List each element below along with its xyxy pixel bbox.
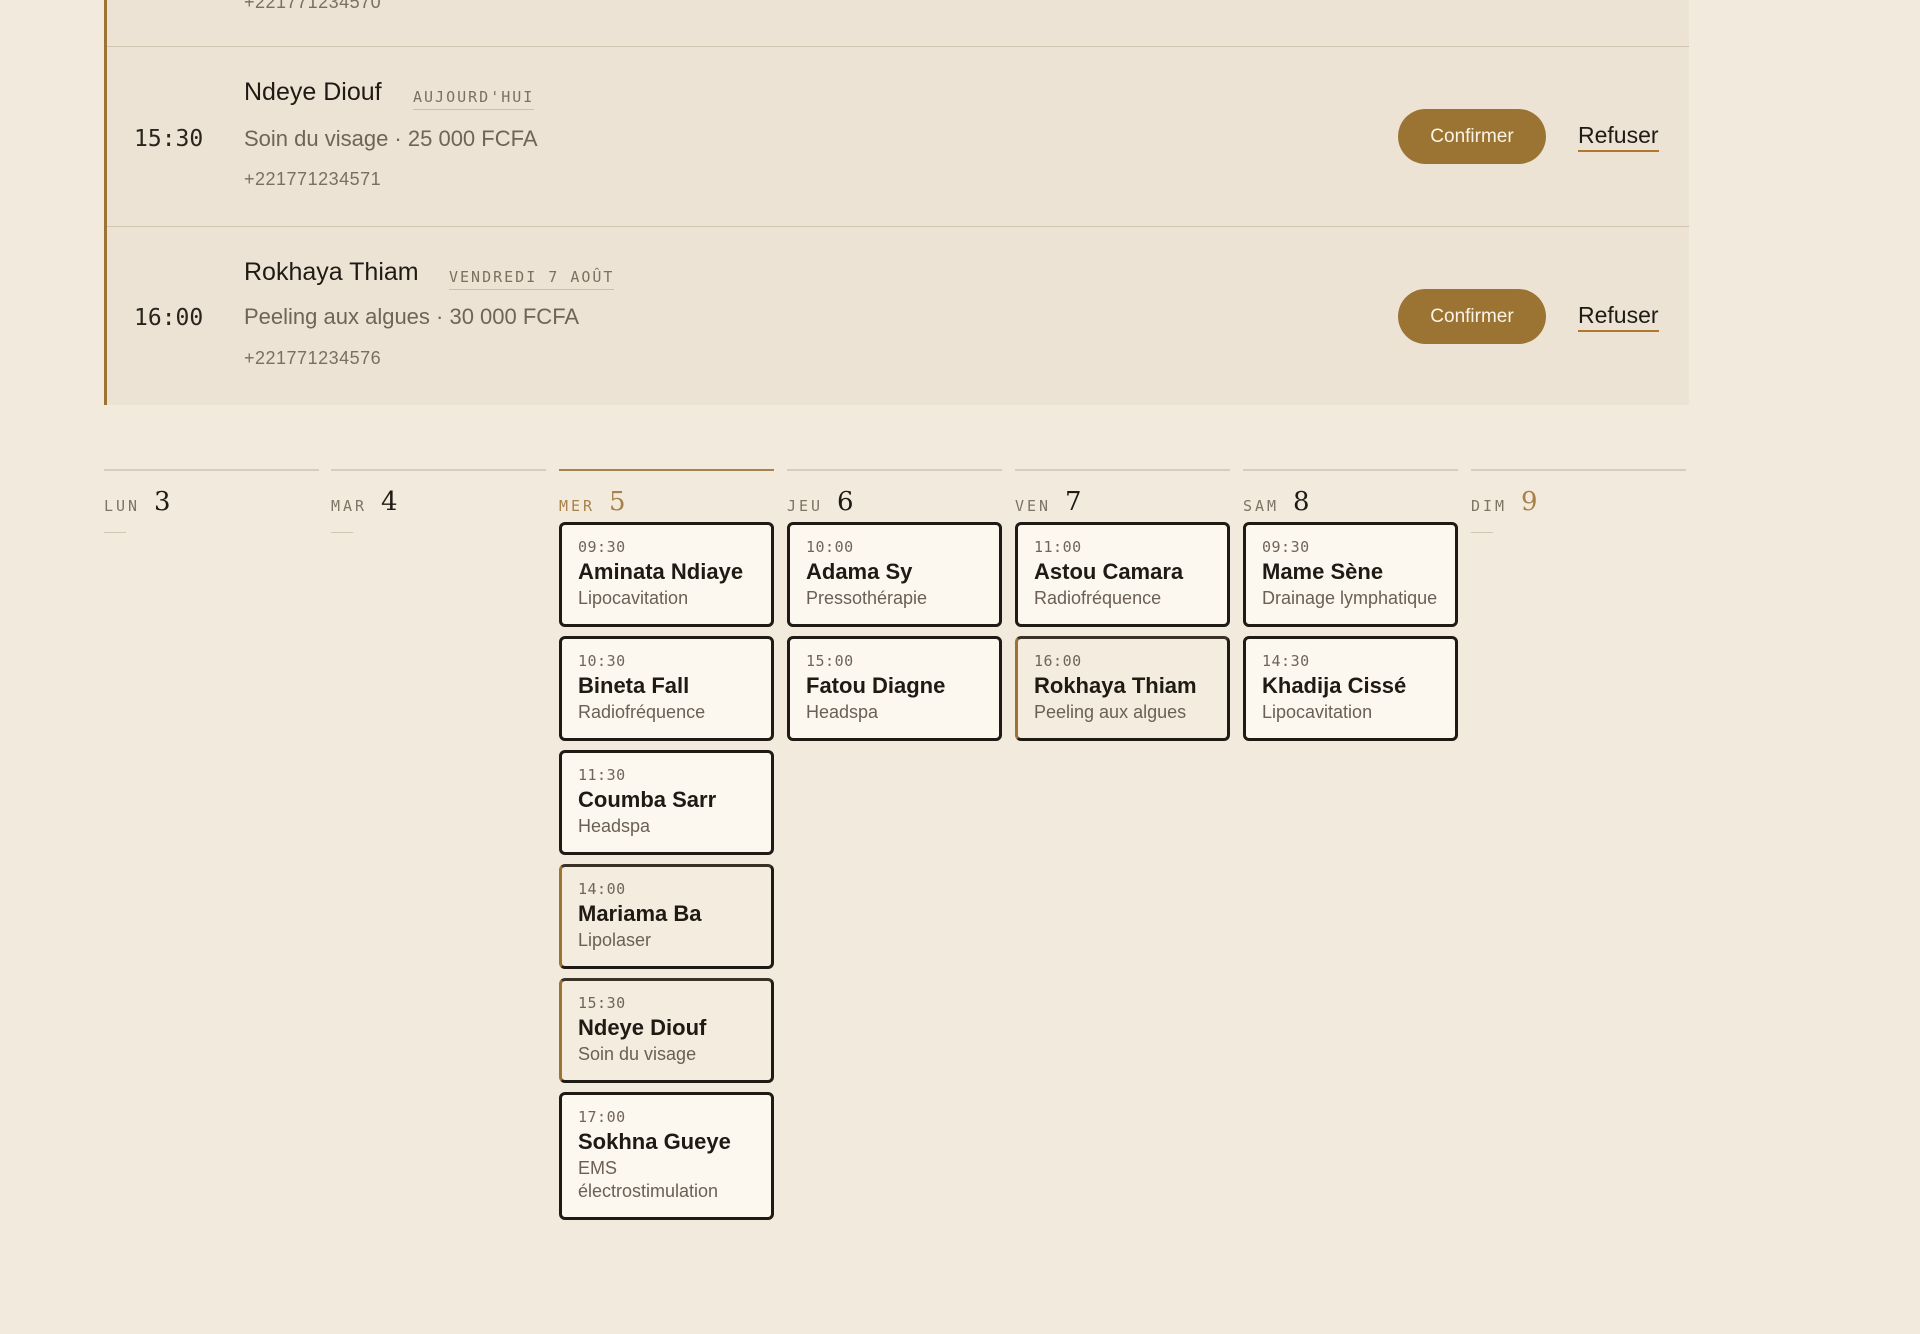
day-column-sat: SAM 8 09:30 Mame Sène Drainage lymphatiq…	[1243, 469, 1458, 750]
appointment-card[interactable]: 17:00 Sokhna Gueye EMS électrostimulatio…	[559, 1092, 774, 1220]
refuse-button[interactable]: Refuser	[1578, 122, 1659, 152]
day-name: DIM	[1471, 497, 1508, 515]
day-header[interactable]: LUN 3	[104, 471, 319, 519]
appointment-service: Lipocavitation	[1262, 702, 1373, 722]
day-name: VEN	[1015, 497, 1052, 515]
appointment-service: EMS électrostimulation	[578, 1158, 719, 1201]
request-time: 15:30	[134, 126, 204, 152]
appointment-client: Sokhna Gueye	[578, 1129, 731, 1154]
appointment-client: Astou Camara	[1034, 559, 1184, 584]
empty-day-marker	[104, 532, 126, 533]
appointment-service: Pressothérapie	[806, 588, 928, 608]
appointment-card[interactable]: 15:00 Fatou Diagne Headspa	[787, 636, 1002, 741]
day-name: MAR	[331, 497, 368, 515]
appointment-client: Mariama Ba	[578, 901, 702, 926]
refuse-button[interactable]: Refuser	[1578, 302, 1659, 332]
pending-requests-list: +221771234570 15:30 Ndeye Diouf AUJOURD'…	[104, 0, 1689, 405]
request-service: Peeling aux algues · 30 000 FCFA	[244, 304, 580, 329]
appointment-card[interactable]: 11:30 Coumba Sarr Headspa	[559, 750, 774, 855]
day-name: LUN	[104, 497, 141, 515]
day-number: 9	[1521, 487, 1538, 517]
day-header[interactable]: DIM 9	[1471, 471, 1686, 519]
request-service: Soin du visage · 25 000 FCFA	[244, 126, 538, 151]
appointment-card-pending[interactable]: 14:00 Mariama Ba Lipolaser	[559, 864, 774, 969]
appointment-service: Radiofréquence	[578, 702, 706, 722]
empty-day-marker	[331, 532, 353, 533]
appointment-time: 10:00	[806, 538, 854, 556]
appointment-client: Mame Sène	[1262, 559, 1384, 584]
request-phone: +221771234576	[244, 348, 382, 368]
day-column-tue: MAR 4	[331, 469, 546, 533]
day-header[interactable]: VEN 7	[1015, 471, 1230, 519]
day-number: 4	[381, 487, 398, 517]
appointment-service: Lipolaser	[578, 930, 652, 950]
appointment-client: Khadija Cissé	[1262, 673, 1407, 698]
confirm-button[interactable]: Confirmer	[1398, 109, 1546, 164]
empty-day-marker	[1471, 532, 1493, 533]
appointment-time: 11:30	[578, 766, 626, 784]
appointment-time: 11:00	[1034, 538, 1082, 556]
request-client-name: Rokhaya Thiam	[244, 258, 419, 286]
day-number: 6	[837, 487, 854, 517]
request-day-badge: AUJOURD'HUI	[413, 88, 535, 110]
appointment-time: 14:30	[1262, 652, 1310, 670]
appointment-client: Fatou Diagne	[806, 673, 946, 698]
appointment-time: 14:00	[578, 880, 626, 898]
day-name: SAM	[1243, 497, 1280, 515]
appointment-card[interactable]: 10:00 Adama Sy Pressothérapie	[787, 522, 1002, 627]
day-number: 5	[609, 487, 626, 517]
day-name: JEU	[787, 497, 824, 515]
day-column-wed: MER 5 09:30 Aminata Ndiaye Lipocavitatio…	[559, 469, 774, 1229]
appointment-service: Headspa	[806, 702, 879, 722]
day-number: 7	[1065, 487, 1082, 517]
appointment-card-pending[interactable]: 15:30 Ndeye Diouf Soin du visage	[559, 978, 774, 1083]
appointment-service: Soin du visage	[578, 1044, 697, 1064]
appointment-client: Aminata Ndiaye	[578, 559, 744, 584]
appointment-client: Rokhaya Thiam	[1034, 673, 1197, 698]
appointment-client: Bineta Fall	[578, 673, 690, 698]
day-number: 8	[1293, 487, 1310, 517]
day-header[interactable]: MAR 4	[331, 471, 546, 519]
appointment-service: Lipocavitation	[578, 588, 689, 608]
day-header[interactable]: JEU 6	[787, 471, 1002, 519]
appointment-time: 16:00	[1034, 652, 1082, 670]
confirm-button[interactable]: Confirmer	[1398, 289, 1546, 344]
day-number: 3	[154, 487, 171, 517]
request-day-badge: VENDREDI 7 AOÛT	[449, 268, 615, 290]
day-header[interactable]: SAM 8	[1243, 471, 1458, 519]
week-calendar: LUN 3 MAR 4 MER 5 09:30 Aminata Ndiaye L…	[104, 469, 1686, 1289]
request-phone: +221771234570	[244, 0, 382, 12]
request-time: 16:00	[134, 305, 204, 331]
day-name: MER	[559, 497, 596, 515]
appointment-client: Adama Sy	[806, 559, 913, 584]
request-row: 15:30 Ndeye Diouf AUJOURD'HUI Soin du vi…	[107, 47, 1689, 227]
appointment-time: 15:00	[806, 652, 854, 670]
appointment-service: Peeling aux algues	[1034, 702, 1187, 722]
appointment-service: Headspa	[578, 816, 651, 836]
appointment-card[interactable]: 14:30 Khadija Cissé Lipocavitation	[1243, 636, 1458, 741]
appointment-client: Ndeye Diouf	[578, 1015, 707, 1040]
day-column-mon: LUN 3	[104, 469, 319, 533]
day-column-fri: VEN 7 11:00 Astou Camara Radiofréquence …	[1015, 469, 1230, 750]
appointment-card[interactable]: 09:30 Aminata Ndiaye Lipocavitation	[559, 522, 774, 627]
appointment-card[interactable]: 10:30 Bineta Fall Radiofréquence	[559, 636, 774, 741]
day-column-thu: JEU 6 10:00 Adama Sy Pressothérapie 15:0…	[787, 469, 1002, 750]
appointment-time: 17:00	[578, 1108, 626, 1126]
appointment-time: 10:30	[578, 652, 626, 670]
request-row: 16:00 Rokhaya Thiam VENDREDI 7 AOÛT Peel…	[107, 227, 1689, 405]
appointment-card[interactable]: 11:00 Astou Camara Radiofréquence	[1015, 522, 1230, 627]
request-row: +221771234570	[107, 0, 1689, 47]
appointment-time: 09:30	[578, 538, 626, 556]
appointment-time: 15:30	[578, 994, 626, 1012]
request-phone: +221771234571	[244, 169, 382, 189]
appointment-client: Coumba Sarr	[578, 787, 717, 812]
appointment-card-pending[interactable]: 16:00 Rokhaya Thiam Peeling aux algues	[1015, 636, 1230, 741]
appointment-service: Radiofréquence	[1034, 588, 1162, 608]
appointment-time: 09:30	[1262, 538, 1310, 556]
appointment-service: Drainage lymphatique	[1262, 588, 1438, 608]
appointment-card[interactable]: 09:30 Mame Sène Drainage lymphatique	[1243, 522, 1458, 627]
day-header[interactable]: MER 5	[559, 471, 774, 519]
day-column-sun: DIM 9	[1471, 469, 1686, 533]
request-client-name: Ndeye Diouf	[244, 78, 382, 106]
